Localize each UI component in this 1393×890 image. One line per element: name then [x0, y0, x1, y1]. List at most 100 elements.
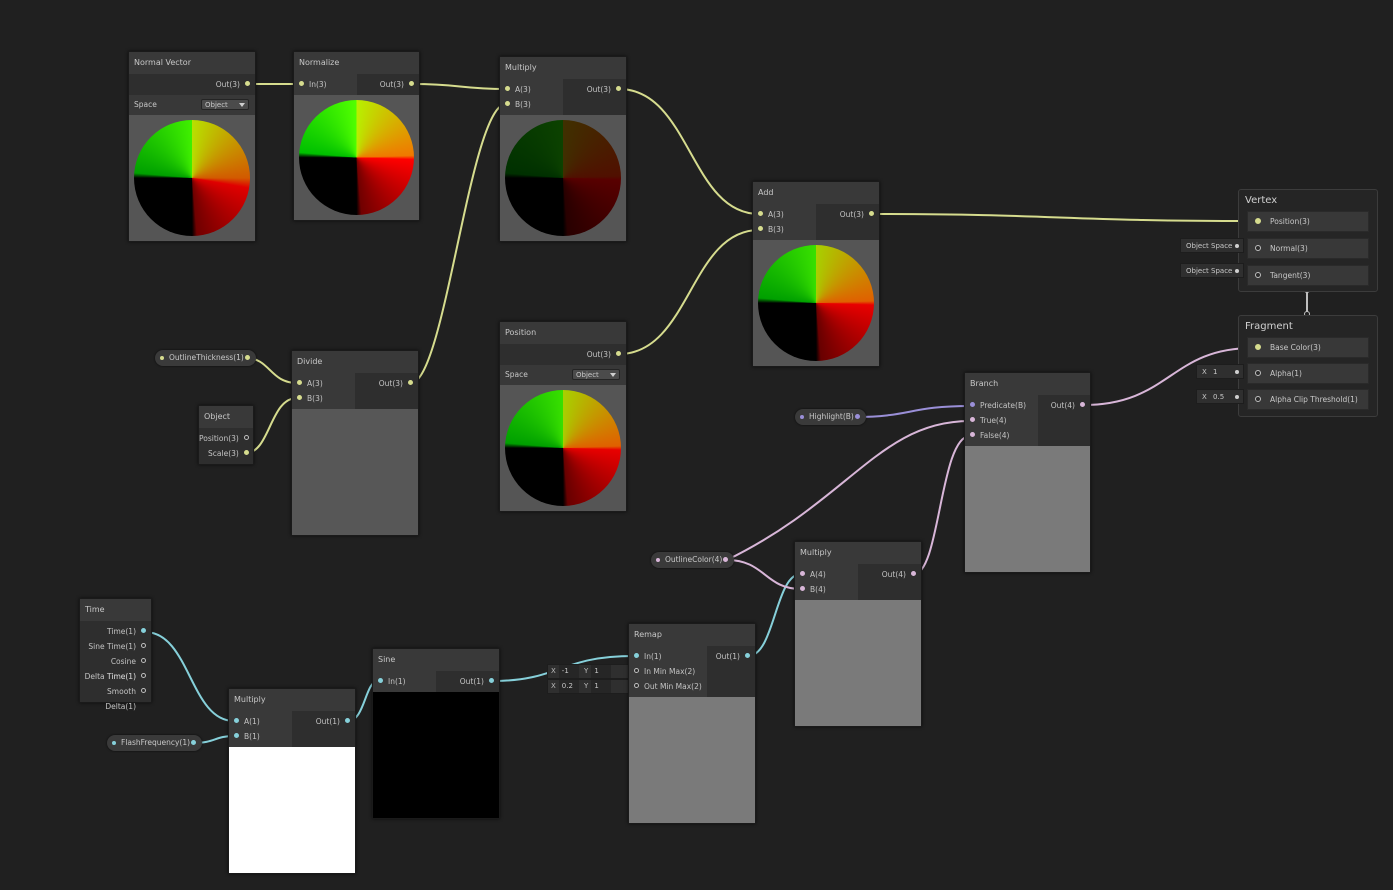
a-port[interactable]: A(4) [795, 567, 858, 582]
branch-node[interactable]: Branch Predicate(B) True(4) False(4) Out… [964, 372, 1091, 573]
true-port[interactable]: True(4) [965, 413, 1038, 428]
cosine-time-port[interactable]: Cosine Time(1) [80, 654, 151, 681]
a-port[interactable]: A(3) [753, 207, 816, 222]
port-connector-icon[interactable] [745, 653, 750, 658]
b-port[interactable]: B(1) [229, 729, 292, 744]
a-port[interactable]: A(3) [500, 82, 563, 97]
port-connector-icon[interactable] [234, 718, 239, 723]
port-connector-icon[interactable] [1255, 245, 1261, 251]
port-connector-icon[interactable] [245, 81, 250, 86]
predicate-port[interactable]: Predicate(B) [965, 398, 1038, 413]
port-connector-icon[interactable] [616, 86, 621, 91]
node-title[interactable]: Remap [629, 624, 755, 646]
port-connector-icon[interactable] [505, 101, 510, 106]
time-node[interactable]: Time Time(1) Sine Time(1) Cosine Time(1)… [79, 598, 152, 711]
in-port[interactable]: In(1) [373, 674, 436, 689]
b-port[interactable]: B(3) [753, 222, 816, 237]
port-connector-icon[interactable] [141, 628, 146, 633]
alpha-value-field[interactable]: X 1 [1196, 364, 1244, 379]
x-value[interactable]: -1 [558, 665, 579, 678]
port-connector-icon[interactable] [634, 668, 639, 673]
port-connector-icon[interactable] [141, 673, 146, 678]
a-port[interactable]: A(1) [229, 714, 292, 729]
out-port[interactable]: Out(3) [357, 77, 420, 92]
in-min-max-port[interactable]: In Min Max(2) [629, 664, 707, 679]
highlight-property[interactable]: Highlight(B) [795, 409, 866, 425]
vertex-position-block[interactable]: Position(3) [1247, 211, 1369, 232]
vertex-tangent-block[interactable]: Tangent(3) [1247, 265, 1369, 286]
fragment-alpha-clip-block[interactable]: Alpha Clip Threshold(1) [1247, 389, 1369, 410]
object-node[interactable]: Object Position(3) Scale(3) [198, 405, 254, 465]
port-connector-icon[interactable] [244, 355, 250, 360]
port-connector-icon[interactable] [505, 86, 510, 91]
a-port[interactable]: A(3) [292, 376, 355, 391]
normal-vector-node[interactable]: Normal Vector Out(3) Space Object [128, 51, 256, 242]
port-connector-icon[interactable] [723, 557, 729, 562]
b-port[interactable]: B(3) [292, 391, 355, 406]
port-connector-icon[interactable] [408, 380, 413, 385]
port-connector-icon[interactable] [378, 678, 383, 683]
false-port[interactable]: False(4) [965, 428, 1038, 443]
node-title[interactable]: Multiply [795, 542, 921, 564]
port-connector-icon[interactable] [1255, 344, 1261, 350]
port-connector-icon[interactable] [297, 395, 302, 400]
port-connector-icon[interactable] [869, 211, 874, 216]
out-min-max-field[interactable]: X 0.2 Y1 [547, 679, 629, 694]
in-min-max-field[interactable]: X -1 Y1 [547, 664, 629, 679]
port-connector-icon[interactable] [345, 718, 350, 723]
outline-color-property[interactable]: OutlineColor(4) [651, 552, 735, 568]
port-connector-icon[interactable] [141, 643, 146, 648]
multiply-node-bottom[interactable]: Multiply A(1) B(1) Out(1) [228, 688, 356, 874]
port-connector-icon[interactable] [1080, 402, 1085, 407]
in-port[interactable]: In(1) [629, 649, 707, 664]
remap-node[interactable]: Remap In(1) In Min Max(2) Out Min Max(2)… [628, 623, 756, 824]
port-connector-icon[interactable] [970, 402, 975, 407]
out-port[interactable]: Out(1) [436, 674, 499, 689]
port-connector-icon[interactable] [297, 380, 302, 385]
port-connector-icon[interactable] [1255, 218, 1261, 224]
multiply-node-top[interactable]: Multiply A(3) B(3) Out(3) [499, 56, 627, 242]
port-connector-icon[interactable] [800, 571, 805, 576]
add-node[interactable]: Add A(3) B(3) Out(3) [752, 181, 880, 367]
port-connector-icon[interactable] [1255, 396, 1261, 402]
y-value[interactable]: 1 [591, 665, 612, 678]
x-value[interactable]: 0.2 [558, 680, 579, 693]
alpha-clip-value-field[interactable]: X 0.5 [1196, 389, 1244, 404]
y-value[interactable]: 1 [591, 680, 612, 693]
field-value[interactable]: 0.5 [1213, 393, 1224, 401]
port-connector-icon[interactable] [409, 81, 414, 86]
vertex-normal-block[interactable]: Normal(3) [1247, 238, 1369, 259]
port-connector-icon[interactable] [634, 653, 639, 658]
sine-node[interactable]: Sine In(1) Out(1) [372, 648, 500, 819]
out-port[interactable]: Out(3) [355, 376, 418, 391]
node-title[interactable]: Normalize [294, 52, 419, 74]
space-dropdown[interactable]: Object [572, 369, 620, 380]
node-title[interactable]: Object [199, 406, 253, 428]
out-port[interactable]: Out(3) [563, 82, 626, 97]
fragment-context[interactable]: Fragment Base Color(3) Alpha(1) Alpha Cl… [1238, 315, 1378, 417]
out-min-max-port[interactable]: Out Min Max(2) [629, 679, 707, 694]
out-port[interactable]: Out(3) [816, 207, 879, 222]
port-connector-icon[interactable] [141, 658, 146, 663]
position-node[interactable]: Position Out(3) Space Object [499, 321, 627, 512]
port-connector-icon[interactable] [141, 688, 146, 693]
divide-node[interactable]: Divide A(3) B(3) Out(3) [291, 350, 419, 536]
node-title[interactable]: Branch [965, 373, 1090, 395]
port-connector-icon[interactable] [243, 435, 249, 440]
port-connector-icon[interactable] [243, 450, 249, 455]
flash-frequency-property[interactable]: FlashFrequency(1) [107, 735, 203, 751]
out-port[interactable]: Out(3) [129, 77, 255, 92]
vertex-context[interactable]: Vertex Position(3) Normal(3) Tangent(3) [1238, 189, 1378, 292]
port-connector-icon[interactable] [299, 81, 304, 86]
out-port[interactable]: Out(1) [292, 714, 355, 729]
port-connector-icon[interactable] [970, 432, 975, 437]
node-title[interactable]: Divide [292, 351, 418, 373]
outline-thickness-property[interactable]: OutlineThickness(1) [155, 350, 256, 366]
port-connector-icon[interactable] [616, 351, 621, 356]
delta-time-port[interactable]: Delta Time(1) [80, 669, 151, 684]
node-title[interactable]: Normal Vector [129, 52, 255, 74]
fragment-alpha-block[interactable]: Alpha(1) [1247, 363, 1369, 384]
smooth-delta-port[interactable]: Smooth Delta(1) [80, 684, 151, 711]
port-connector-icon[interactable] [758, 226, 763, 231]
port-connector-icon[interactable] [489, 678, 494, 683]
